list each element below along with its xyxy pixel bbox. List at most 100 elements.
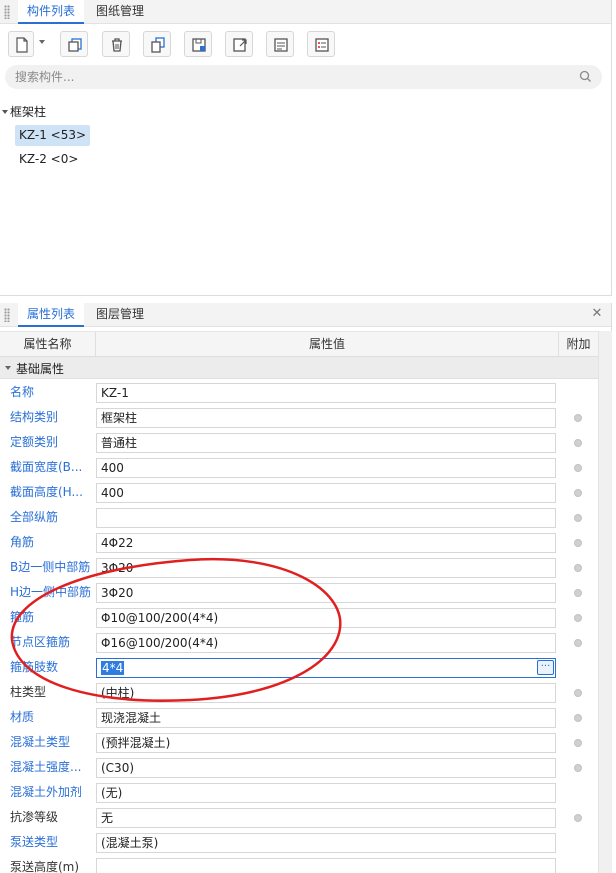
- chevron-down-icon[interactable]: [39, 40, 45, 44]
- property-value[interactable]: 3Φ20: [96, 583, 556, 603]
- property-value[interactable]: Φ16@100/200(4*4): [96, 633, 556, 653]
- delete-icon: [112, 38, 122, 52]
- property-name: 全部纵筋: [10, 510, 59, 524]
- new-icon: [16, 37, 28, 53]
- copy-button[interactable]: [60, 31, 88, 57]
- collapse-caret-icon[interactable]: [5, 366, 11, 370]
- property-value[interactable]: [96, 858, 556, 873]
- extra-checkbox[interactable]: [574, 414, 582, 422]
- tree-item-kz-1[interactable]: KZ-1 <53>: [15, 125, 91, 146]
- property-value[interactable]: 普通柱: [96, 433, 556, 453]
- selected-text: 4*4: [101, 661, 125, 675]
- properties-button[interactable]: [307, 31, 335, 57]
- property-name: 材质: [10, 710, 35, 724]
- property-value-editor[interactable]: 4*4: [96, 658, 556, 678]
- close-icon[interactable]: ✕: [589, 306, 605, 322]
- property-row[interactable]: 混凝土外加剂 (无): [0, 780, 598, 805]
- property-row[interactable]: 泵送类型 (混凝土泵): [0, 830, 598, 855]
- property-row[interactable]: 定额类别 普通柱: [0, 430, 598, 455]
- extra-checkbox[interactable]: [574, 814, 582, 822]
- extra-checkbox[interactable]: [574, 489, 582, 497]
- tab-property-list[interactable]: 属性列表: [18, 303, 85, 327]
- property-row[interactable]: 柱类型 (中柱): [0, 680, 598, 705]
- list-view-button[interactable]: [266, 31, 294, 57]
- ellipsis-button[interactable]: ···: [537, 660, 554, 675]
- property-row[interactable]: 名称 KZ-1: [0, 380, 598, 405]
- property-row[interactable]: 材质 现浇混凝土: [0, 705, 598, 730]
- property-row[interactable]: 结构类别 框架柱: [0, 405, 598, 430]
- export-button[interactable]: [225, 31, 253, 57]
- property-row[interactable]: 截面宽度(B... 400: [0, 455, 598, 480]
- property-value[interactable]: (C30): [96, 758, 556, 778]
- search-bar: [5, 65, 602, 89]
- property-row[interactable]: 角筋 4Φ22: [0, 530, 598, 555]
- tree-item-kz-2[interactable]: KZ-2 <0>: [15, 149, 82, 170]
- property-value[interactable]: 4Φ22: [96, 533, 556, 553]
- property-name: 名称: [10, 385, 35, 399]
- tab-component-list[interactable]: 构件列表: [18, 0, 85, 24]
- property-value[interactable]: KZ-1: [96, 383, 556, 403]
- search-input[interactable]: [15, 68, 555, 86]
- property-value[interactable]: 无: [96, 808, 556, 828]
- property-name: 定额类别: [10, 435, 59, 449]
- search-icon[interactable]: [579, 70, 592, 83]
- property-value[interactable]: 400: [96, 483, 556, 503]
- expand-caret-icon[interactable]: [2, 110, 8, 114]
- column-header-name[interactable]: 属性名称: [0, 332, 96, 357]
- extra-checkbox[interactable]: [574, 689, 582, 697]
- property-name: 截面高度(H...: [10, 485, 83, 499]
- property-row[interactable]: 抗渗等级 无: [0, 805, 598, 830]
- section-basic-properties[interactable]: 基础属性: [0, 357, 598, 379]
- drag-handle-icon[interactable]: [4, 308, 10, 322]
- property-value[interactable]: 框架柱: [96, 408, 556, 428]
- tab-layer-management[interactable]: 图层管理: [87, 303, 153, 327]
- property-row[interactable]: 泵送高度(m): [0, 855, 598, 873]
- property-tabbar: 属性列表 图层管理 ✕: [0, 303, 611, 327]
- property-row[interactable]: 箍筋 Φ10@100/200(4*4): [0, 605, 598, 630]
- extra-checkbox[interactable]: [574, 639, 582, 647]
- property-row[interactable]: 节点区箍筋 Φ16@100/200(4*4): [0, 630, 598, 655]
- tab-drawing-management[interactable]: 图纸管理: [87, 0, 153, 24]
- extra-checkbox[interactable]: [574, 539, 582, 547]
- property-value[interactable]: (预拌混凝土): [96, 733, 556, 753]
- property-value[interactable]: 现浇混凝土: [96, 708, 556, 728]
- delete-button[interactable]: [102, 31, 130, 57]
- property-name: 节点区箍筋: [10, 635, 71, 649]
- property-row[interactable]: 混凝土类型 (预拌混凝土): [0, 730, 598, 755]
- property-row[interactable]: 截面高度(H... 400: [0, 480, 598, 505]
- property-value[interactable]: (混凝土泵): [96, 833, 556, 853]
- property-name: 箍筋: [10, 610, 35, 624]
- extra-checkbox[interactable]: [574, 564, 582, 572]
- component-list-panel: 构件列表 图纸管理 框架柱: [0, 0, 612, 296]
- extra-checkbox[interactable]: [574, 614, 582, 622]
- property-row[interactable]: 混凝土强度... (C30): [0, 755, 598, 780]
- property-row[interactable]: 全部纵筋: [0, 505, 598, 530]
- new-component-button[interactable]: [8, 31, 34, 57]
- property-value[interactable]: 3Φ20: [96, 558, 556, 578]
- column-header-extra[interactable]: 附加: [559, 332, 598, 357]
- property-value[interactable]: 400: [96, 458, 556, 478]
- property-value[interactable]: (中柱): [96, 683, 556, 703]
- extra-checkbox[interactable]: [574, 589, 582, 597]
- property-row[interactable]: 箍筋肢数 4*4 ···: [0, 655, 598, 680]
- extra-checkbox[interactable]: [574, 514, 582, 522]
- property-name: 结构类别: [10, 410, 59, 424]
- property-row[interactable]: B边一侧中部筋 3Φ20: [0, 555, 598, 580]
- extra-checkbox[interactable]: [574, 439, 582, 447]
- property-row[interactable]: H边一侧中部筋 3Φ20: [0, 580, 598, 605]
- property-name: 抗渗等级: [10, 810, 59, 824]
- vertical-scrollbar[interactable]: [598, 331, 612, 873]
- property-name: 柱类型: [10, 685, 47, 699]
- extra-checkbox[interactable]: [574, 464, 582, 472]
- extra-checkbox[interactable]: [574, 739, 582, 747]
- property-value[interactable]: (无): [96, 783, 556, 803]
- property-value[interactable]: [96, 508, 556, 528]
- extra-checkbox[interactable]: [574, 714, 582, 722]
- save-floor-button[interactable]: [184, 31, 212, 57]
- duplicate-button[interactable]: [143, 31, 171, 57]
- drag-handle-icon[interactable]: [4, 5, 10, 19]
- column-header-value[interactable]: 属性值: [96, 332, 559, 357]
- extra-checkbox[interactable]: [574, 764, 582, 772]
- export-icon: [233, 38, 247, 52]
- property-value[interactable]: Φ10@100/200(4*4): [96, 608, 556, 628]
